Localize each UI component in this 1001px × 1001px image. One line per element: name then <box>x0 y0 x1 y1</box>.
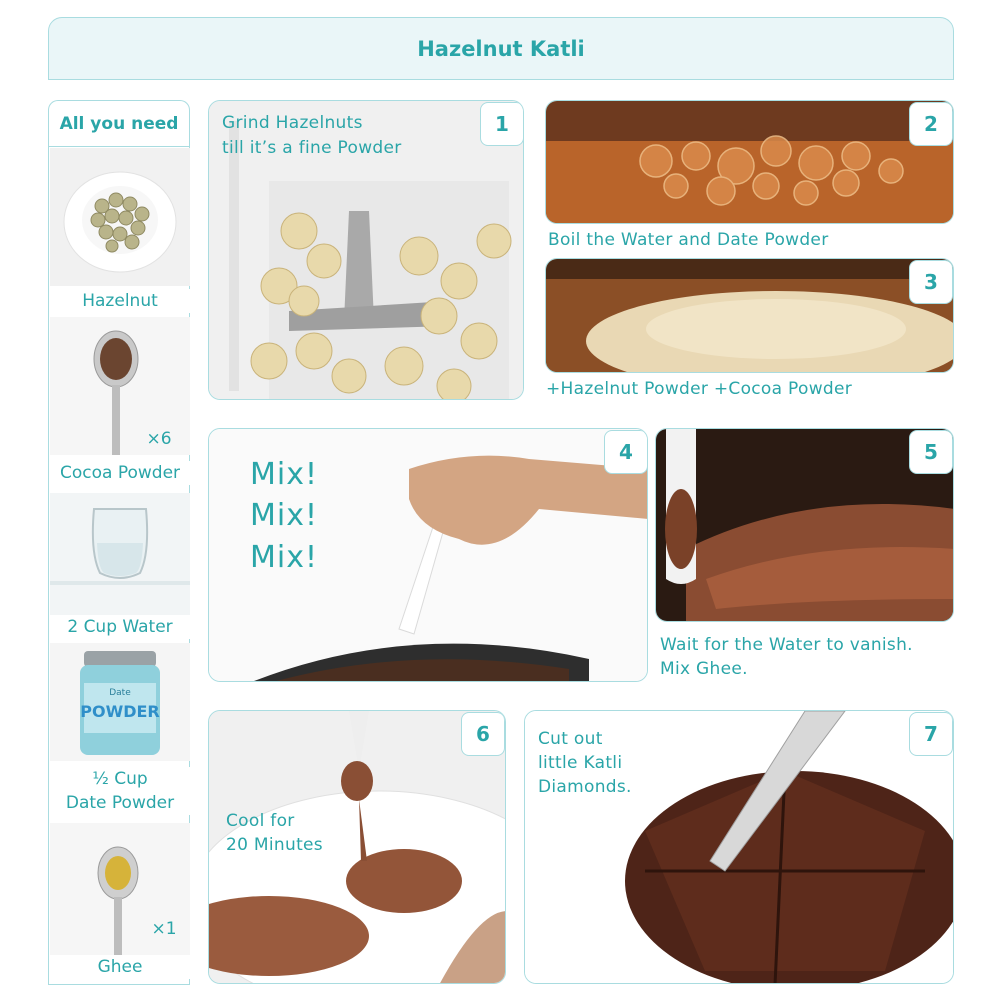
ingredient-label-ghee: Ghee <box>49 955 191 979</box>
step-4-card: Mix! Mix! Mix! 4 <box>208 428 648 682</box>
step-1-caption-line1: Grind Hazelnuts <box>222 113 363 133</box>
ingredient-label-date: Date Powder <box>49 791 191 815</box>
step-6-number: 6 <box>461 712 505 756</box>
step-4-number: 4 <box>604 430 647 474</box>
page-title: Hazelnut Katli <box>417 36 585 61</box>
jar-sub-text: Date <box>109 688 131 698</box>
step-7-caption-line2: little Katli <box>538 753 623 773</box>
step-2-card: 2 <box>545 100 954 224</box>
jar-main-text: POWDER <box>80 702 160 721</box>
hazelnut-photo <box>50 148 190 286</box>
step-4-mix-1: Mix! <box>250 457 318 492</box>
title-bar: Hazelnut Katli <box>48 17 954 80</box>
step-6-caption-line2: 20 Minutes <box>226 835 323 855</box>
step-6-caption-line1: Cool for <box>226 811 295 831</box>
powder-mix-photo <box>546 259 953 372</box>
ingredient-label-water: 2 Cup Water <box>49 615 191 639</box>
step-2-number: 2 <box>909 102 953 146</box>
step-7-caption-line3: Diamonds. <box>538 777 632 797</box>
step-1-card: Grind Hazelnuts till it’s a fine Powder … <box>208 100 524 400</box>
date-powder-jar-photo: Date POWDER <box>50 643 190 761</box>
step-3-number: 3 <box>909 260 953 304</box>
step-2-caption: Boil the Water and Date Powder <box>548 230 829 250</box>
step-7-number: 7 <box>909 712 953 756</box>
step-5-caption-line1: Wait for the Water to vanish. <box>660 635 913 655</box>
ingredient-label-cocoa: Cocoa Powder <box>49 461 191 485</box>
ingredient-label-hazelnut: Hazelnut <box>49 289 191 313</box>
step-7-caption-line1: Cut out <box>538 729 603 749</box>
ingredients-heading: All you need <box>48 100 190 146</box>
step-3-card: 3 <box>545 258 954 373</box>
water-glass-photo <box>50 493 190 615</box>
ingredients-panel: Hazelnut ×6 Cocoa Powder 2 Cup Water Dat… <box>48 146 191 985</box>
step-5-number: 5 <box>909 430 953 474</box>
ingredient-label-date-qty: ½ Cup <box>49 767 191 791</box>
step-4-mix-3: Mix! <box>250 540 318 575</box>
step-6-card: Cool for 20 Minutes 6 <box>208 710 506 984</box>
step-5-caption-line2: Mix Ghee. <box>660 659 748 679</box>
step-5-card: 5 <box>655 428 954 622</box>
boiling-photo <box>546 101 953 223</box>
step-7-card: Cut out little Katli Diamonds. 7 <box>524 710 954 984</box>
step-3-caption: +Hazelnut Powder +Cocoa Powder <box>546 379 853 399</box>
step-4-mix-2: Mix! <box>250 498 318 533</box>
step-1-number: 1 <box>480 102 523 146</box>
cocoa-qty: ×6 <box>146 429 172 449</box>
step-1-caption-line2: till it’s a fine Powder <box>222 138 402 158</box>
ghee-qty: ×1 <box>151 919 177 939</box>
